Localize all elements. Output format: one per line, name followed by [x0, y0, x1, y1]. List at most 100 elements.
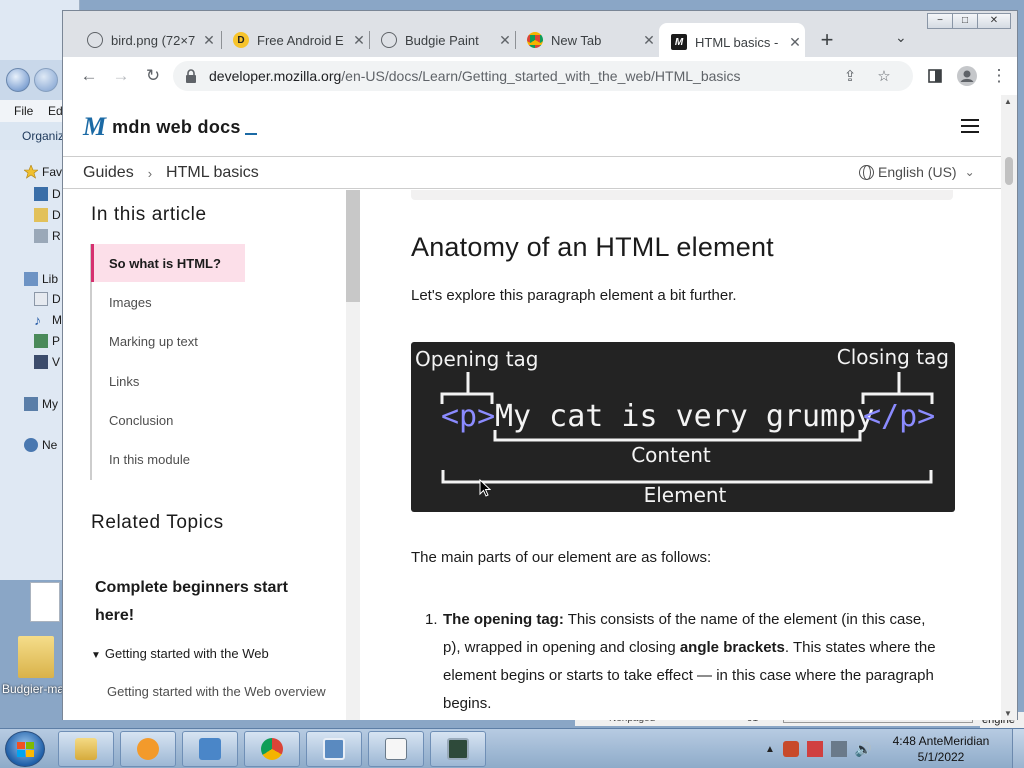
tab-bird-png[interactable]: bird.png (72×7 ✕ — [75, 23, 219, 57]
downloads-folder-icon — [34, 208, 48, 222]
browser-toolbar: ← → ↻ developer.mozilla.org/en-US/docs/L… — [63, 57, 1017, 95]
toc-item-images[interactable]: Images — [91, 283, 245, 321]
tree-music[interactable]: ♪ M — [34, 311, 62, 329]
toc-item-conclusion[interactable]: Conclusion — [91, 401, 245, 439]
show-hidden-icons-icon[interactable]: ▲ — [765, 744, 775, 755]
toc-item-what-is-html[interactable]: So what is HTML? — [91, 244, 245, 282]
folder-icon — [75, 738, 97, 760]
profile-avatar-icon[interactable] — [955, 64, 979, 88]
browser-window: bird.png (72×7 ✕ D Free Android E ✕ Budg… — [62, 10, 1018, 720]
tree-recent[interactable]: R — [34, 227, 61, 245]
minimize-button[interactable]: − — [927, 13, 953, 29]
language-selector[interactable]: English (US) ⌄ — [859, 164, 975, 180]
list-item: 1. The opening tag: This consists of the… — [425, 611, 936, 712]
desktop-icon — [34, 187, 48, 201]
tree-desktop[interactable]: D — [34, 185, 61, 203]
sidebar-scrollbar[interactable] — [346, 190, 360, 720]
speaker-icon[interactable]: 🔊 — [855, 741, 872, 757]
ordered-list: 1. The opening tag: This consists of the… — [425, 606, 947, 718]
url-text[interactable]: developer.mozilla.org/en-US/docs/Learn/G… — [209, 68, 741, 84]
menu-edit[interactable]: Ed — [48, 104, 63, 118]
toc-item-links[interactable]: Links — [91, 362, 245, 400]
mouse-cursor-icon — [479, 478, 492, 497]
tree-favorites[interactable]: Fav — [23, 163, 62, 181]
related-sub-link[interactable]: Getting started with the Web overview — [107, 680, 327, 704]
tab-budgie-paint[interactable]: Budgie Paint ✕ — [369, 23, 515, 57]
tab-new-tab[interactable]: New Tab ✕ — [515, 23, 659, 57]
side-panel-icon[interactable] — [923, 64, 947, 88]
close-window-button[interactable]: ✕ — [977, 13, 1011, 29]
network-tray-icon[interactable] — [830, 741, 847, 757]
related-details-item[interactable]: ▼ Getting started with the Web — [91, 646, 269, 661]
element-label: Element — [644, 483, 727, 507]
action-center-icon[interactable] — [806, 741, 823, 757]
task-manager-icon — [447, 738, 469, 760]
maximize-button[interactable]: □ — [952, 13, 978, 29]
music-icon: ♪ — [34, 312, 41, 328]
windows-logo-icon — [17, 742, 35, 758]
chevron-down-icon: ⌄ — [964, 165, 975, 179]
mdn-logo-mark: M — [83, 112, 106, 141]
back-arrow-icon[interactable]: ← — [77, 64, 101, 88]
tray-app-icon[interactable] — [782, 741, 799, 757]
tree-network[interactable]: Ne — [24, 436, 57, 454]
close-tab-icon[interactable]: ✕ — [199, 32, 219, 49]
reload-icon[interactable]: ↻ — [141, 64, 165, 88]
new-tab-button[interactable]: + — [815, 29, 839, 53]
kebab-menu-icon[interactable]: ⋮ — [987, 64, 1011, 88]
pictures-icon — [34, 334, 48, 348]
article-main: Anatomy of an HTML element Let's explore… — [361, 190, 1001, 720]
forward-arrow-icon[interactable]: → — [109, 64, 133, 88]
desktop-folder-icon[interactable] — [18, 636, 54, 678]
show-desktop-button[interactable] — [1012, 729, 1024, 768]
tree-libraries[interactable]: Lib — [24, 270, 58, 288]
back-icon[interactable] — [6, 68, 30, 92]
star-icon — [23, 164, 39, 179]
forward-icon[interactable] — [34, 68, 58, 92]
hamburger-menu-icon[interactable] — [961, 119, 979, 133]
tab-free-android[interactable]: D Free Android E ✕ — [221, 23, 369, 57]
android-emulator-icon: D — [233, 32, 249, 48]
explorer-app-button[interactable] — [58, 731, 114, 767]
desktop-file-icon[interactable] — [30, 582, 60, 622]
toc-item-marking-up-text[interactable]: Marking up text — [91, 322, 245, 360]
media-player-app-button[interactable] — [120, 731, 176, 767]
scrollbar-thumb[interactable] — [1005, 157, 1013, 185]
tree-documents[interactable]: D — [34, 290, 61, 308]
task-manager-app-button[interactable] — [430, 731, 486, 767]
chrome-icon — [261, 738, 283, 760]
system-clock[interactable]: 4:48 AnteMeridian 5/1/2022 — [886, 733, 996, 765]
close-tab-icon[interactable]: ✕ — [495, 32, 515, 49]
breadcrumb-bar: Guides › HTML basics English (US) ⌄ — [63, 157, 1001, 189]
network-icon — [24, 438, 38, 452]
breadcrumb-guides[interactable]: Guides — [83, 164, 134, 182]
lock-icon[interactable] — [185, 69, 197, 83]
tree-pictures[interactable]: P — [34, 332, 60, 350]
tree-downloads[interactable]: D — [34, 206, 61, 224]
breadcrumb-html-basics[interactable]: HTML basics — [166, 164, 259, 182]
share-icon[interactable]: ⇪ — [841, 67, 859, 85]
organize-button[interactable]: Organiz — [22, 129, 64, 143]
tab-html-basics[interactable]: M HTML basics - ✕ — [659, 23, 805, 61]
menu-file[interactable]: File — [14, 104, 33, 118]
close-tab-icon[interactable]: ✕ — [349, 32, 369, 49]
start-button[interactable] — [5, 731, 45, 767]
libraries-icon — [24, 272, 38, 286]
toc-item-in-this-module[interactable]: In this module — [91, 440, 245, 478]
close-tab-icon[interactable]: ✕ — [785, 34, 805, 51]
sidebar: In this article So what is HTML? Images … — [63, 190, 361, 720]
chrome-app-button[interactable] — [244, 731, 300, 767]
photo-viewer-app-button[interactable] — [306, 731, 362, 767]
notepad-app-button[interactable] — [368, 731, 424, 767]
tree-videos[interactable]: V — [34, 353, 60, 371]
tree-computer[interactable]: My — [24, 395, 58, 413]
chevron-down-icon[interactable]: ⌄ — [895, 29, 907, 46]
mdn-logo[interactable]: M mdn web docs — [83, 112, 257, 141]
page-scrollbar[interactable]: ▲ ▼ — [1001, 95, 1017, 720]
bookmark-star-icon[interactable]: ☆ — [875, 67, 893, 85]
desktop-folder-label[interactable]: Budgier-ma — [2, 682, 64, 696]
address-bar[interactable]: developer.mozilla.org/en-US/docs/Learn/G… — [173, 61, 913, 91]
control-panel-app-button[interactable] — [182, 731, 238, 767]
close-tab-icon[interactable]: ✕ — [639, 32, 659, 49]
related-heading-link[interactable]: Complete beginners start here! — [95, 574, 325, 630]
